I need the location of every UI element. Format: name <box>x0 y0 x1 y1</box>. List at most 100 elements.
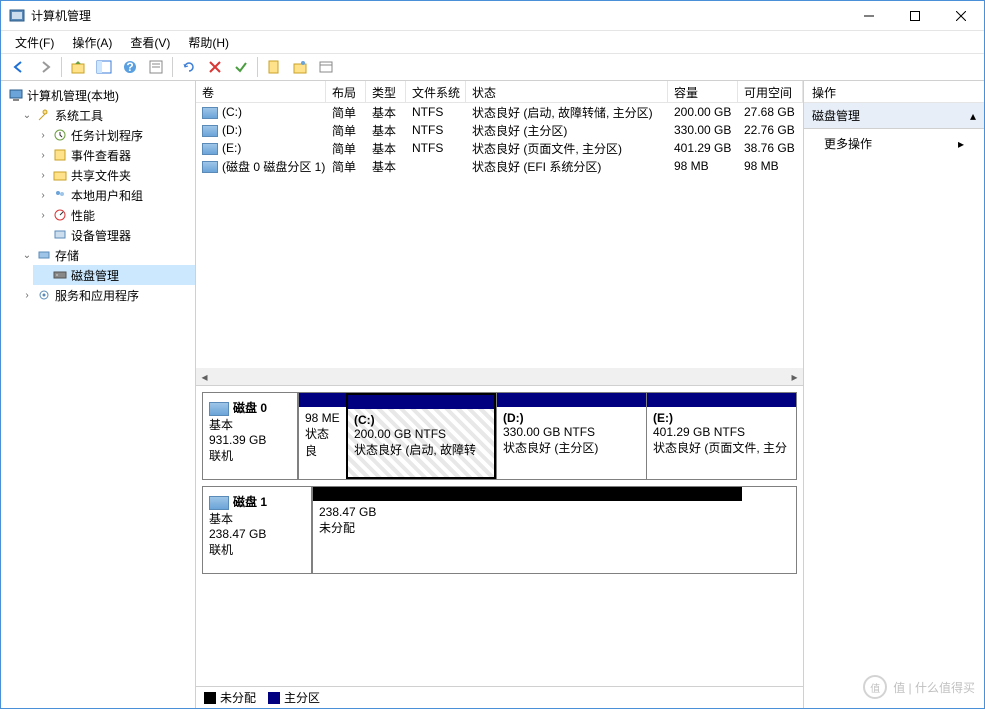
horizontal-scrollbar[interactable]: ◂ ▸ <box>196 368 803 385</box>
legend-label: 未分配 <box>220 689 256 706</box>
actions-section[interactable]: 磁盘管理 ▴ <box>804 103 984 129</box>
ok-button[interactable] <box>229 55 253 79</box>
services-icon <box>36 287 52 303</box>
volume-rows[interactable]: (C:)简单基本NTFS状态良好 (启动, 故障转储, 主分区)200.00 G… <box>196 103 803 368</box>
disk-graphical-view[interactable]: 磁盘 0基本931.39 GB联机98 ME状态良(C:)200.00 GB N… <box>196 386 803 686</box>
up-button[interactable] <box>66 55 90 79</box>
col-type[interactable]: 类型 <box>366 81 406 102</box>
back-button[interactable] <box>7 55 31 79</box>
maximize-button[interactable] <box>892 1 938 31</box>
legend-swatch-unallocated <box>204 692 216 704</box>
tree-task-scheduler[interactable]: › 任务计划程序 <box>33 125 195 145</box>
col-free[interactable]: 可用空间 <box>738 81 803 102</box>
partition[interactable]: (E:)401.29 GB NTFS状态良好 (页面文件, 主分 <box>646 393 796 479</box>
tree-services[interactable]: › 服务和应用程序 <box>17 285 195 305</box>
volume-row[interactable]: (D:)简单基本NTFS状态良好 (主分区)330.00 GB22.76 GB <box>196 121 803 139</box>
computer-icon <box>8 87 24 103</box>
scroll-right-icon[interactable]: ▸ <box>786 368 803 385</box>
tree-label: 本地用户和组 <box>71 187 143 204</box>
help-button[interactable]: ? <box>118 55 142 79</box>
forward-button[interactable] <box>33 55 57 79</box>
tree-disk-management[interactable]: 磁盘管理 <box>33 265 195 285</box>
legend-unallocated: 未分配 <box>204 689 256 706</box>
expand-icon[interactable]: › <box>37 150 49 161</box>
tree-storage[interactable]: ⌄ 存储 <box>17 245 195 265</box>
tree-system-tools[interactable]: ⌄ 系统工具 <box>17 105 195 125</box>
volume-header: 卷 布局 类型 文件系统 状态 容量 可用空间 <box>196 81 803 103</box>
menu-file[interactable]: 文件(F) <box>7 32 62 53</box>
window-controls <box>846 1 984 31</box>
clock-icon <box>52 127 68 143</box>
tree-shared-folders[interactable]: ›共享文件夹 <box>33 165 195 185</box>
disk-row[interactable]: 磁盘 1基本238.47 GB联机238.47 GB未分配 <box>202 486 797 574</box>
partition[interactable]: (D:)330.00 GB NTFS状态良好 (主分区) <box>496 393 646 479</box>
tree-device-manager[interactable]: 设备管理器 <box>33 225 195 245</box>
list-button[interactable] <box>314 55 338 79</box>
folder-icon <box>52 167 68 183</box>
volume-row[interactable]: (E:)简单基本NTFS状态良好 (页面文件, 主分区)401.29 GB38.… <box>196 139 803 157</box>
window-title: 计算机管理 <box>31 7 846 24</box>
menubar: 文件(F) 操作(A) 查看(V) 帮助(H) <box>1 31 984 53</box>
disk-row[interactable]: 磁盘 0基本931.39 GB联机98 ME状态良(C:)200.00 GB N… <box>202 392 797 480</box>
volume-row[interactable]: (磁盘 0 磁盘分区 1)简单基本状态良好 (EFI 系统分区)98 MB98 … <box>196 157 803 175</box>
expand-icon[interactable]: › <box>21 290 33 301</box>
properties-button[interactable] <box>144 55 168 79</box>
disk-label[interactable]: 磁盘 0基本931.39 GB联机 <box>202 392 298 480</box>
scroll-left-icon[interactable]: ◂ <box>196 368 213 385</box>
show-hide-tree-button[interactable] <box>92 55 116 79</box>
menu-view[interactable]: 查看(V) <box>122 32 178 53</box>
navigation-tree[interactable]: 计算机管理(本地) ⌄ 系统工具 › 任务计划程序 ›事件查看器 ›共享文件夹 ›… <box>1 81 196 708</box>
partition[interactable]: (C:)200.00 GB NTFS状态良好 (启动, 故障转 <box>346 393 496 479</box>
collapse-icon[interactable]: ▴ <box>970 109 976 123</box>
expand-icon[interactable]: › <box>37 170 49 181</box>
disk-icon <box>209 496 229 510</box>
col-layout[interactable]: 布局 <box>326 81 366 102</box>
menu-action[interactable]: 操作(A) <box>64 32 120 53</box>
collapse-icon[interactable]: ⌄ <box>21 110 33 121</box>
settings-button[interactable] <box>288 55 312 79</box>
event-icon <box>52 147 68 163</box>
minimize-button[interactable] <box>846 1 892 31</box>
expand-icon[interactable]: › <box>37 190 49 201</box>
tree-local-users[interactable]: › 本地用户和组 <box>33 185 195 205</box>
actions-more[interactable]: 更多操作 ▸ <box>804 129 984 158</box>
volume-row[interactable]: (C:)简单基本NTFS状态良好 (启动, 故障转储, 主分区)200.00 G… <box>196 103 803 121</box>
drive-icon <box>202 143 218 155</box>
disk-icon <box>52 267 68 283</box>
tree-performance[interactable]: ›性能 <box>33 205 195 225</box>
menu-help[interactable]: 帮助(H) <box>180 32 237 53</box>
legend-label: 主分区 <box>284 689 320 706</box>
new-button[interactable] <box>262 55 286 79</box>
actions-more-label: 更多操作 <box>824 135 872 152</box>
partition[interactable]: 238.47 GB未分配 <box>312 487 742 573</box>
drive-icon <box>202 107 218 119</box>
expand-icon[interactable]: › <box>37 130 49 141</box>
app-icon <box>9 8 25 24</box>
tree-root-label: 计算机管理(本地) <box>27 87 119 104</box>
tree-label: 任务计划程序 <box>71 127 143 144</box>
collapse-icon[interactable]: ⌄ <box>21 250 33 261</box>
close-button[interactable] <box>938 1 984 31</box>
titlebar: 计算机管理 <box>1 1 984 31</box>
actions-header: 操作 <box>804 81 984 103</box>
drive-icon <box>202 161 218 173</box>
partition[interactable]: 98 ME状态良 <box>298 393 346 479</box>
col-status[interactable]: 状态 <box>466 81 668 102</box>
legend: 未分配 主分区 <box>196 686 803 708</box>
tree-label: 服务和应用程序 <box>55 287 139 304</box>
disk-label[interactable]: 磁盘 1基本238.47 GB联机 <box>202 486 312 574</box>
tree-label: 磁盘管理 <box>71 267 119 284</box>
col-capacity[interactable]: 容量 <box>668 81 738 102</box>
main-area: 计算机管理(本地) ⌄ 系统工具 › 任务计划程序 ›事件查看器 ›共享文件夹 ›… <box>1 81 984 708</box>
toolbar: ? <box>1 53 984 81</box>
center-panel: 卷 布局 类型 文件系统 状态 容量 可用空间 (C:)简单基本NTFS状态良好… <box>196 81 804 708</box>
expand-icon[interactable]: › <box>37 210 49 221</box>
col-filesystem[interactable]: 文件系统 <box>406 81 466 102</box>
svg-text:?: ? <box>126 60 133 74</box>
tree-event-viewer[interactable]: ›事件查看器 <box>33 145 195 165</box>
refresh-button[interactable] <box>177 55 201 79</box>
col-volume[interactable]: 卷 <box>196 81 326 102</box>
users-icon <box>52 187 68 203</box>
delete-button[interactable] <box>203 55 227 79</box>
tree-root[interactable]: 计算机管理(本地) <box>1 85 195 105</box>
